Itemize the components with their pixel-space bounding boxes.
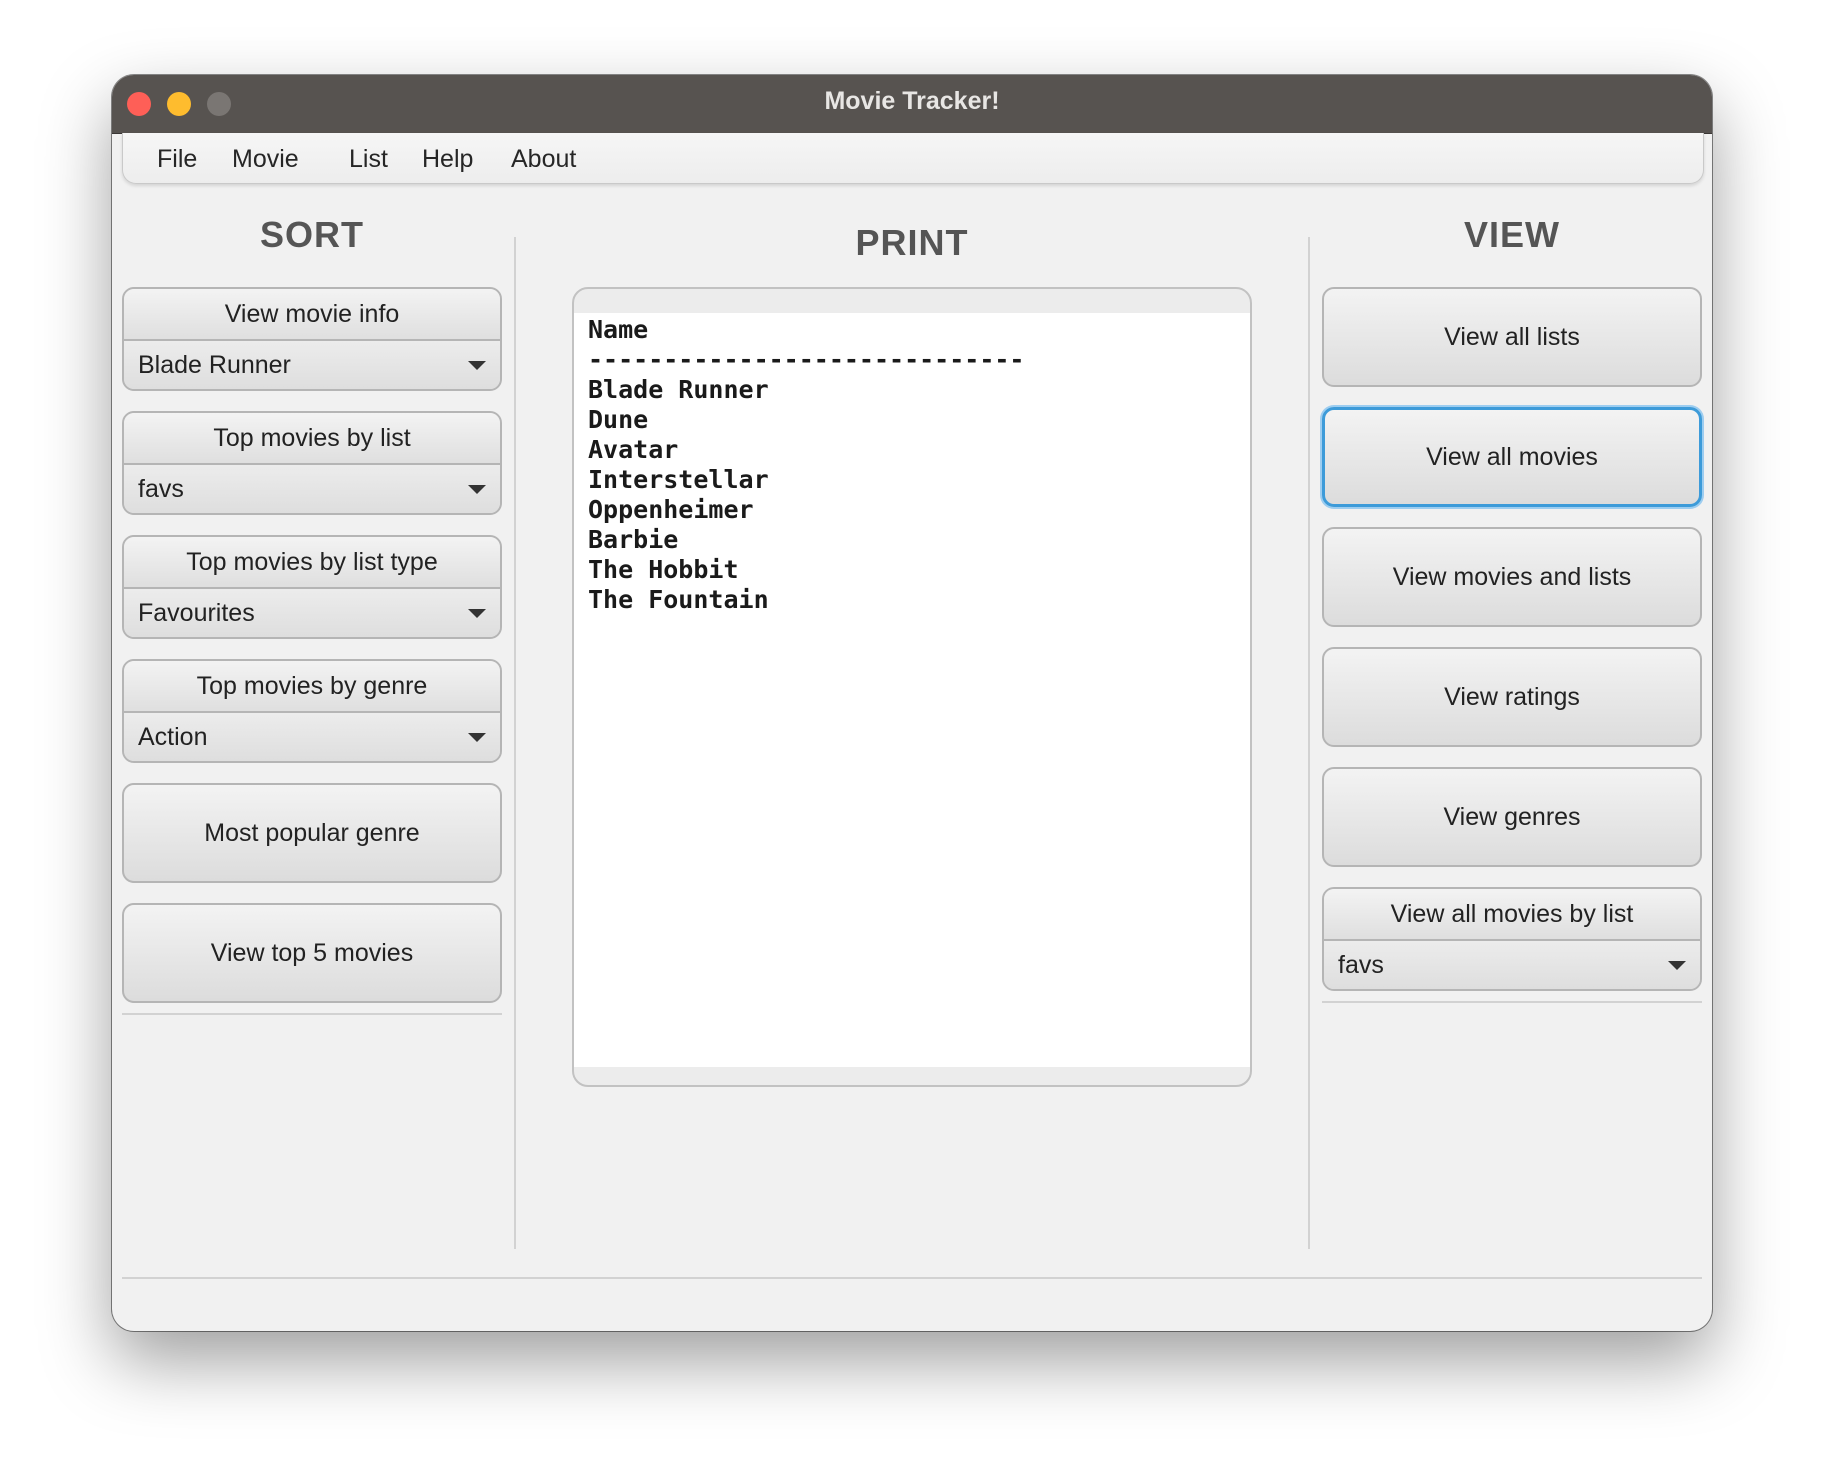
output-line: The Hobbit [588, 555, 739, 584]
menu-list[interactable]: List [349, 133, 388, 183]
view-heading: VIEW [1463, 214, 1560, 255]
menu-file[interactable]: File [157, 133, 197, 183]
top-movies-by-genre-button[interactable]: Top movies by genre [124, 661, 500, 713]
list-select[interactable]: favs [124, 465, 500, 513]
right-divider [1308, 237, 1310, 1249]
view-list-select[interactable]: favs [1324, 941, 1700, 989]
top-movies-by-list-group: Top movies by list favs [122, 411, 502, 515]
chevron-down-icon [468, 609, 486, 618]
output-separator: ----------------------------- [588, 345, 1025, 374]
top-movies-by-list-type-button[interactable]: Top movies by list type [124, 537, 500, 589]
sort-bottom-divider [122, 1013, 502, 1015]
view-ratings-button[interactable]: View ratings [1322, 647, 1702, 747]
view-top-5-movies-button[interactable]: View top 5 movies [122, 903, 502, 1003]
view-bottom-divider [1322, 1001, 1702, 1003]
view-all-movies-button[interactable]: View all movies [1322, 407, 1702, 507]
chevron-down-icon [468, 485, 486, 494]
status-divider [122, 1277, 1702, 1279]
output-line: Avatar [588, 435, 679, 464]
output-line: Interstellar [588, 465, 769, 494]
print-heading: PRINT [855, 222, 969, 263]
output-line: The Fountain [588, 585, 769, 614]
chevron-down-icon [468, 361, 486, 370]
left-divider [514, 237, 516, 1249]
menu-about[interactable]: About [511, 133, 576, 183]
menu-help[interactable]: Help [422, 133, 473, 183]
app-window: Movie Tracker! File Movie List Help Abou… [112, 75, 1712, 1331]
chevron-down-icon [468, 733, 486, 742]
view-movie-info-button[interactable]: View movie info [124, 289, 500, 341]
top-movies-by-list-type-group: Top movies by list type Favourites [122, 535, 502, 639]
view-all-movies-by-list-button[interactable]: View all movies by list [1324, 889, 1700, 941]
view-list-select-value: favs [1338, 951, 1384, 979]
menu-bar: File Movie List Help About [122, 133, 1704, 184]
title-bar: Movie Tracker! [112, 75, 1712, 134]
view-movies-and-lists-button[interactable]: View movies and lists [1322, 527, 1702, 627]
view-movies-by-list-group: View all movies by list favs [1322, 887, 1702, 991]
movie-select-value: Blade Runner [138, 351, 291, 379]
output-line: Barbie [588, 525, 679, 554]
list-select-value: favs [138, 475, 184, 503]
view-movie-info-group: View movie info Blade Runner [122, 287, 502, 391]
chevron-down-icon [1668, 961, 1686, 970]
list-type-select[interactable]: Favourites [124, 589, 500, 637]
window-title: Movie Tracker! [824, 87, 1000, 115]
output-line: Dune [588, 405, 649, 434]
output-line: Blade Runner [588, 375, 769, 404]
view-all-lists-button[interactable]: View all lists [1322, 287, 1702, 387]
print-output-panel: Name ----------------------------- Blade R… [572, 287, 1252, 1087]
menu-movie[interactable]: Movie [232, 133, 299, 183]
top-movies-by-list-button[interactable]: Top movies by list [124, 413, 500, 465]
most-popular-genre-button[interactable]: Most popular genre [122, 783, 502, 883]
output-line: Oppenheimer [588, 495, 754, 524]
top-movies-by-genre-group: Top movies by genre Action [122, 659, 502, 763]
genre-select[interactable]: Action [124, 713, 500, 761]
list-type-select-value: Favourites [138, 599, 255, 627]
sort-heading: SORT [259, 214, 364, 255]
print-output-text[interactable]: Name ----------------------------- Blade R… [574, 313, 1250, 1067]
genre-select-value: Action [138, 723, 208, 751]
output-header: Name [588, 315, 649, 344]
movie-select[interactable]: Blade Runner [124, 341, 500, 389]
view-genres-button[interactable]: View genres [1322, 767, 1702, 867]
